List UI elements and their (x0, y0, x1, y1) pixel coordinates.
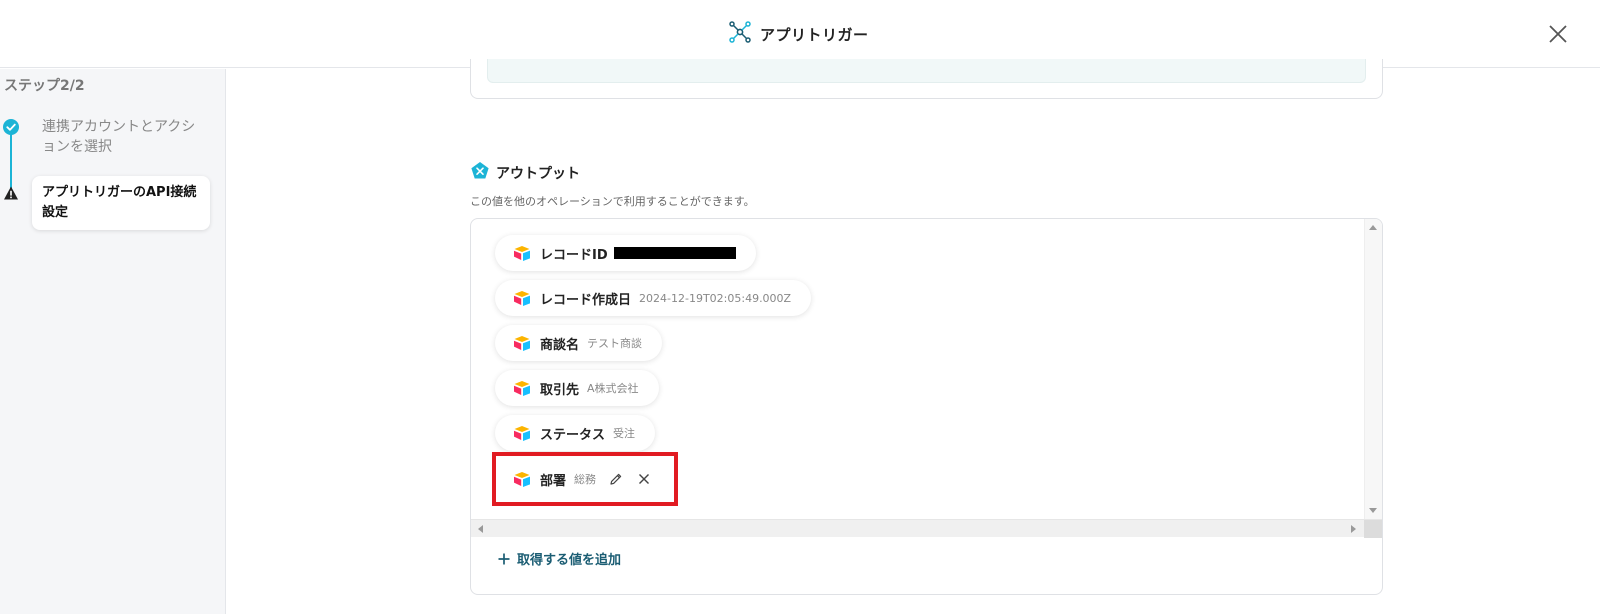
airtable-logo-icon (513, 290, 531, 306)
airtable-logo-icon (513, 245, 531, 261)
previous-section-inner (487, 59, 1366, 83)
highlight-annotation (492, 452, 678, 506)
output-item-value: A株式会社 (587, 382, 639, 395)
redacted-value (613, 247, 736, 259)
close-icon (1549, 25, 1567, 43)
scroll-up-arrow-icon[interactable] (1369, 225, 1377, 230)
modal-header: アプリトリガー (0, 0, 1600, 68)
output-icon (470, 161, 490, 185)
sidebar-step-2[interactable]: アプリトリガーのAPI接続設定 (32, 176, 210, 230)
previous-section-card (470, 59, 1383, 99)
check-circle-icon (3, 119, 19, 135)
output-item-value: 受注 (613, 427, 636, 440)
output-item-value: テスト商談 (587, 337, 643, 350)
vertical-scrollbar[interactable] (1364, 219, 1382, 519)
airtable-logo-icon (513, 380, 531, 396)
output-description: この値を他のオペレーションで利用することができます。 (470, 195, 755, 208)
plus-icon (498, 553, 510, 564)
output-item-created-date[interactable]: レコード作成日 2024-12-19T02:05:49.000Z (495, 280, 812, 316)
scroll-left-arrow-icon[interactable] (478, 525, 483, 533)
output-item-label: レコードID (540, 247, 608, 263)
add-value-button[interactable]: 取得する値を追加 (497, 549, 621, 568)
output-item-label: レコード作成日 (540, 292, 632, 308)
output-item-label: 取引先 (540, 382, 580, 398)
warning-icon (3, 185, 19, 201)
close-button[interactable] (1544, 20, 1572, 48)
airtable-logo-icon (513, 335, 531, 351)
output-item-label: 商談名 (540, 337, 580, 353)
output-item-status[interactable]: ステータス 受注 (495, 415, 656, 451)
scrollbar-corner (1364, 520, 1382, 538)
output-title: アウトプット (496, 166, 580, 182)
output-item-value: 2024-12-19T02:05:49.000Z (639, 291, 792, 305)
steps-sidebar: ステップ2/2 連携アカウントとアクションを選択 アプリトリガーのAPI接続設定 (0, 69, 226, 614)
main-content: アウトプット この値を他のオペレーションで利用することができます。 レコードID… (227, 59, 1600, 614)
scroll-down-arrow-icon[interactable] (1369, 508, 1377, 513)
step-counter: ステップ2/2 (4, 78, 85, 94)
sidebar-step-1[interactable]: 連携アカウントとアクションを選択 (42, 117, 207, 157)
app-trigger-icon (728, 20, 752, 48)
output-heading: アウトプット (470, 161, 580, 185)
page-title: アプリトリガー (760, 25, 869, 44)
output-item-label: ステータス (540, 427, 606, 443)
output-item-deal-name[interactable]: 商談名 テスト商談 (495, 325, 663, 361)
scroll-right-arrow-icon[interactable] (1351, 525, 1356, 533)
output-item-record-id[interactable]: レコードID (495, 235, 756, 271)
airtable-logo-icon (513, 425, 531, 441)
add-value-label: 取得する値を追加 (517, 553, 622, 568)
output-scroll-area[interactable]: レコードID レコード作成日 2024-12-19T02:05:49.000Z … (471, 219, 1366, 519)
output-item-client[interactable]: 取引先 A株式会社 (495, 370, 659, 406)
header-title: アプリトリガー (728, 20, 869, 48)
output-list-card: レコードID レコード作成日 2024-12-19T02:05:49.000Z … (470, 218, 1383, 595)
horizontal-scrollbar[interactable] (471, 519, 1382, 538)
step-connector (10, 129, 12, 191)
